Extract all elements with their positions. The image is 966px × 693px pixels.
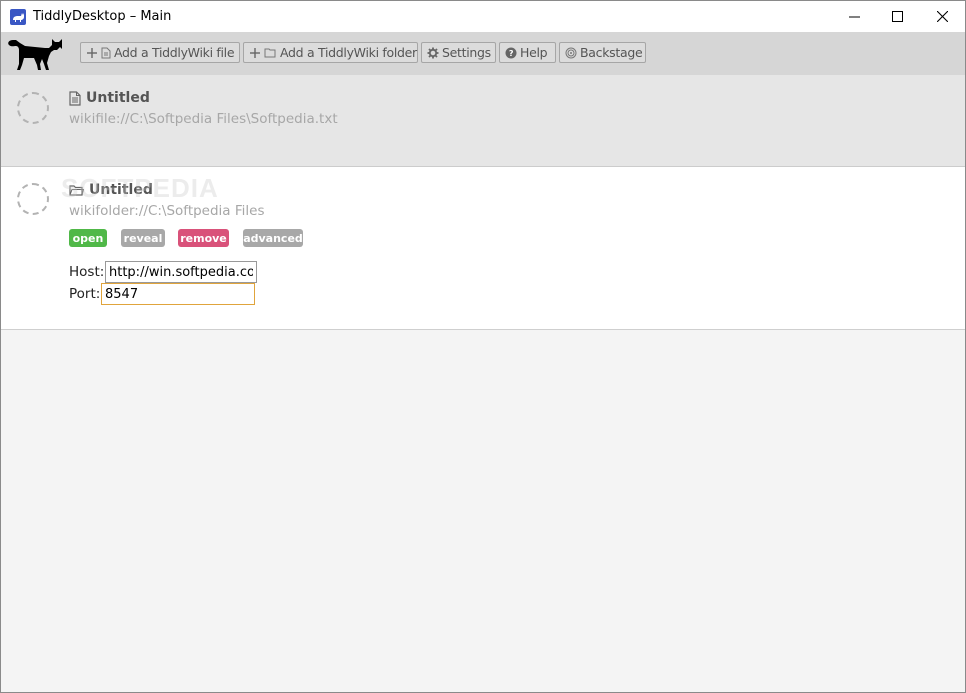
wiki-row-file[interactable]: Untitled wikifile://C:\Softpedia Files\S…: [1, 75, 965, 167]
wiki-url: wikifile://C:\Softpedia Files\Softpedia.…: [69, 111, 338, 127]
plus-icon: [249, 47, 261, 59]
loading-spinner: [17, 183, 49, 215]
backstage-label: Backstage: [580, 45, 643, 60]
toolbar: Add a TiddlyWiki file Add a TiddlyWiki f…: [1, 32, 965, 75]
plus-icon: [86, 47, 98, 59]
title-bar[interactable]: TiddlyDesktop – Main: [1, 1, 965, 32]
host-label: Host:: [69, 264, 105, 280]
port-label: Port:: [69, 286, 101, 302]
minimize-button[interactable]: [831, 1, 877, 32]
add-wiki-file-label: Add a TiddlyWiki file: [114, 45, 235, 60]
remove-button[interactable]: remove: [178, 229, 229, 247]
help-icon: ?: [505, 47, 517, 59]
help-button[interactable]: ? Help: [499, 42, 556, 63]
settings-label: Settings: [442, 45, 491, 60]
settings-button[interactable]: Settings: [421, 42, 496, 63]
advanced-button[interactable]: advanced: [243, 229, 303, 247]
minimize-icon: [848, 16, 860, 18]
maximize-button[interactable]: [874, 1, 920, 32]
backstage-button[interactable]: Backstage: [559, 42, 646, 63]
file-icon: [101, 47, 111, 59]
open-button[interactable]: open: [69, 229, 107, 247]
close-icon: [936, 11, 948, 22]
app-icon: [10, 9, 26, 25]
gear-icon: [427, 47, 439, 59]
add-wiki-folder-button[interactable]: Add a TiddlyWiki folder: [243, 42, 418, 63]
add-wiki-folder-label: Add a TiddlyWiki folder: [280, 45, 417, 60]
add-wiki-file-button[interactable]: Add a TiddlyWiki file: [80, 42, 240, 63]
folder-icon: [264, 47, 277, 58]
watermark: SOFTPEDIA: [61, 173, 219, 203]
backstage-icon: [565, 47, 577, 59]
port-input[interactable]: [101, 283, 255, 305]
file-icon: [69, 90, 81, 106]
svg-text:?: ?: [509, 49, 514, 58]
cat-logo: [8, 39, 63, 70]
maximize-icon: [891, 11, 903, 22]
loading-spinner: [17, 92, 49, 124]
window-title: TiddlyDesktop – Main: [33, 9, 172, 24]
help-label: Help: [520, 45, 548, 60]
close-button[interactable]: [919, 1, 965, 32]
wiki-url: wikifolder://C:\Softpedia Files: [69, 203, 265, 219]
wiki-title-text: Untitled: [86, 90, 150, 106]
wiki-title[interactable]: Untitled: [69, 90, 150, 106]
host-input[interactable]: [105, 261, 257, 283]
app-window: TiddlyDesktop – Main Add a TiddlyWiki fi…: [0, 0, 966, 693]
reveal-button[interactable]: reveal: [121, 229, 165, 247]
